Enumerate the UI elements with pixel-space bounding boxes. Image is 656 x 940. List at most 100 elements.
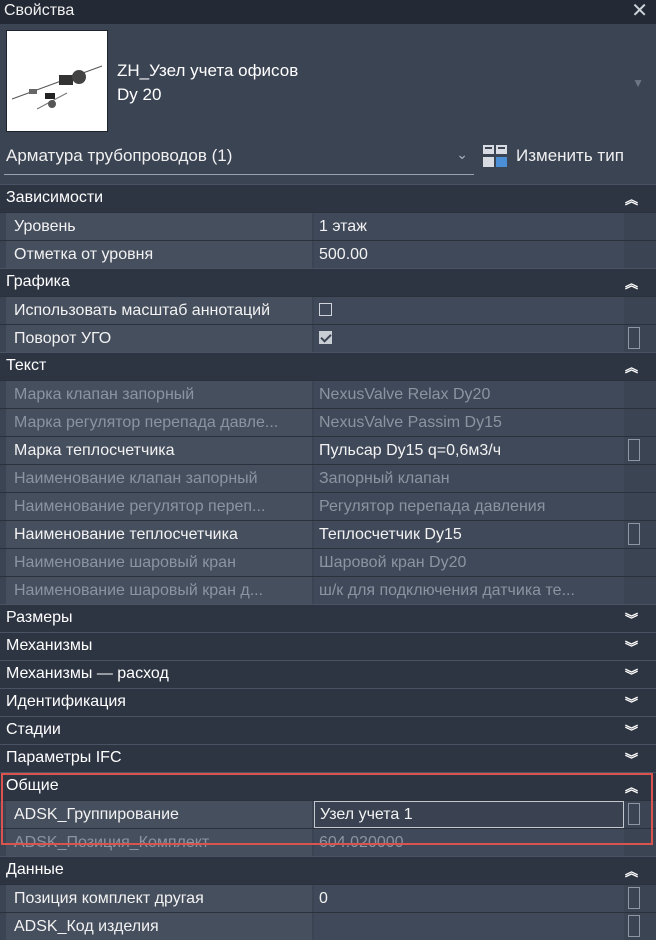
property-value bbox=[314, 297, 624, 324]
property-value: Шаровой кран Dy20 bbox=[314, 549, 624, 576]
edit-type-icon bbox=[483, 145, 507, 167]
title-bar: Свойства ✕ bbox=[0, 0, 656, 25]
property-name: Поворот УГО bbox=[6, 325, 312, 352]
category-title: Общие bbox=[6, 777, 59, 794]
property-row: Наименование теплосчетчика Теплосчетчик … bbox=[0, 520, 656, 548]
category-title: Стадии bbox=[6, 721, 61, 738]
category-mechanical-flow[interactable]: Механизмы — расход ︾ bbox=[0, 660, 656, 688]
property-value[interactable]: Пульсар Dy15 q=0,6м3/ч bbox=[314, 437, 624, 464]
category-general[interactable]: Общие ︽ bbox=[0, 772, 656, 800]
category-title: Идентификация bbox=[6, 693, 126, 710]
property-value[interactable]: Теплосчетчик Dy15 bbox=[314, 521, 624, 548]
property-row: ADSK_Позиция_Комплект 604.020000 bbox=[0, 828, 656, 856]
instance-filter-label: Арматура трубопроводов (1) bbox=[6, 146, 233, 165]
double-chevron-up-icon[interactable]: ︽ bbox=[625, 777, 638, 796]
instance-selector-row: Арматура трубопроводов (1) ⌄ Изменить ти… bbox=[0, 138, 656, 176]
property-name: Наименование теплосчетчика bbox=[6, 521, 312, 548]
chevron-down-icon: ⌄ bbox=[456, 146, 468, 162]
category-title: Механизмы — расход bbox=[6, 665, 169, 682]
instance-filter-dropdown[interactable]: Арматура трубопроводов (1) ⌄ bbox=[4, 138, 474, 175]
property-value: Запорный клапан bbox=[314, 465, 624, 492]
category-dimensions[interactable]: Размеры ︾ bbox=[0, 604, 656, 632]
property-row: Уровень 1 этаж bbox=[0, 212, 656, 240]
double-chevron-up-icon[interactable]: ︽ bbox=[625, 273, 638, 292]
rotation-checkbox[interactable] bbox=[319, 331, 332, 345]
property-value: 604.020000 bbox=[314, 829, 624, 856]
double-chevron-down-icon[interactable]: ︾ bbox=[625, 721, 638, 740]
double-chevron-down-icon[interactable]: ︾ bbox=[625, 637, 638, 656]
property-name: Наименование шаровый кран д... bbox=[6, 577, 312, 604]
property-row: ADSK_Код изделия bbox=[0, 912, 656, 940]
category-title: Механизмы bbox=[6, 637, 93, 654]
property-row: Отметка от уровня 500.00 bbox=[0, 240, 656, 268]
properties-grid: Зависимости ︽ Уровень 1 этаж Отметка от … bbox=[0, 184, 656, 940]
category-constraints[interactable]: Зависимости ︽ bbox=[0, 184, 656, 212]
type-family-name: ZH_Узел учета офисов bbox=[117, 61, 299, 80]
edit-type-label: Изменить тип bbox=[516, 146, 624, 165]
property-value[interactable]: 0 bbox=[314, 885, 624, 912]
property-name: Марка регулятор перепада давле... bbox=[6, 409, 312, 436]
property-name: Наименование клапан запорный bbox=[6, 465, 312, 492]
category-title: Текст bbox=[6, 357, 47, 374]
property-row: ADSK_Группирование Узел учета 1 bbox=[0, 800, 656, 828]
double-chevron-down-icon[interactable]: ︾ bbox=[625, 665, 638, 684]
property-row: Марка клапан запорный NexusValve Relax D… bbox=[0, 380, 656, 408]
property-value bbox=[314, 325, 624, 352]
family-thumbnail bbox=[6, 30, 108, 132]
category-graphics[interactable]: Графика ︽ bbox=[0, 268, 656, 296]
double-chevron-down-icon[interactable]: ︾ bbox=[625, 749, 638, 768]
grouping-value-field[interactable]: Узел учета 1 bbox=[314, 801, 624, 828]
category-text[interactable]: Текст ︽ bbox=[0, 352, 656, 380]
property-name: Наименование регулятор переп... bbox=[6, 493, 312, 520]
category-title: Графика bbox=[6, 273, 70, 290]
type-size: Dy 20 bbox=[117, 85, 162, 104]
property-name: Наименование шаровый кран bbox=[6, 549, 312, 576]
row-scroll-handle[interactable] bbox=[628, 439, 640, 461]
row-scroll-handle[interactable] bbox=[628, 887, 640, 909]
property-value: NexusValve Passim Dy15 bbox=[314, 409, 624, 436]
row-scroll-handle[interactable] bbox=[628, 523, 640, 545]
category-phasing[interactable]: Стадии ︾ bbox=[0, 716, 656, 744]
row-scroll-handle[interactable] bbox=[628, 803, 640, 825]
property-value[interactable]: 1 этаж bbox=[314, 213, 624, 240]
category-identity[interactable]: Идентификация ︾ bbox=[0, 688, 656, 716]
close-icon[interactable]: ✕ bbox=[631, 0, 648, 22]
property-name: ADSK_Группирование bbox=[6, 801, 312, 828]
property-value[interactable] bbox=[314, 913, 624, 940]
double-chevron-up-icon[interactable]: ︽ bbox=[625, 861, 638, 880]
category-title: Размеры bbox=[6, 609, 73, 626]
property-value: Регулятор перепада давления bbox=[314, 493, 624, 520]
double-chevron-down-icon[interactable]: ︾ bbox=[625, 609, 638, 628]
window-title: Свойства bbox=[4, 2, 75, 19]
property-name: Позиция комплект другая bbox=[6, 885, 312, 912]
property-value: ш/к для подключения датчика те... bbox=[314, 577, 624, 604]
category-title: Данные bbox=[6, 861, 64, 878]
annotation-scale-checkbox[interactable] bbox=[319, 303, 332, 317]
property-row: Позиция комплект другая 0 bbox=[0, 884, 656, 912]
property-row: Поворот УГО bbox=[0, 324, 656, 352]
property-row: Наименование клапан запорный Запорный кл… bbox=[0, 464, 656, 492]
double-chevron-up-icon[interactable]: ︽ bbox=[625, 189, 638, 208]
chevron-down-icon[interactable]: ▼ bbox=[632, 76, 644, 90]
property-name: Марка клапан запорный bbox=[6, 381, 312, 408]
type-selector[interactable]: ZH_Узел учета офисов Dy 20 ▼ bbox=[0, 24, 656, 136]
row-scroll-handle[interactable] bbox=[628, 915, 640, 937]
category-title: Параметры IFC bbox=[6, 749, 122, 766]
category-mechanical[interactable]: Механизмы ︾ bbox=[0, 632, 656, 660]
property-name: Отметка от уровня bbox=[6, 241, 312, 268]
property-value: NexusValve Relax Dy20 bbox=[314, 381, 624, 408]
category-title: Зависимости bbox=[6, 189, 104, 206]
property-row: Марка регулятор перепада давле... NexusV… bbox=[0, 408, 656, 436]
property-row: Марка теплосчетчика Пульсар Dy15 q=0,6м3… bbox=[0, 436, 656, 464]
property-row: Использовать масштаб аннотаций bbox=[0, 296, 656, 324]
type-name: ZH_Узел учета офисов Dy 20 bbox=[117, 59, 298, 107]
property-name: ADSK_Позиция_Комплект bbox=[6, 829, 312, 856]
double-chevron-up-icon[interactable]: ︽ bbox=[625, 357, 638, 376]
row-scroll-handle[interactable] bbox=[628, 327, 640, 349]
property-name: Уровень bbox=[6, 213, 312, 240]
category-ifc[interactable]: Параметры IFC ︾ bbox=[0, 744, 656, 772]
property-name: Использовать масштаб аннотаций bbox=[6, 297, 312, 324]
double-chevron-down-icon[interactable]: ︾ bbox=[625, 693, 638, 712]
category-data[interactable]: Данные ︽ bbox=[0, 856, 656, 884]
property-value[interactable]: 500.00 bbox=[314, 241, 624, 268]
